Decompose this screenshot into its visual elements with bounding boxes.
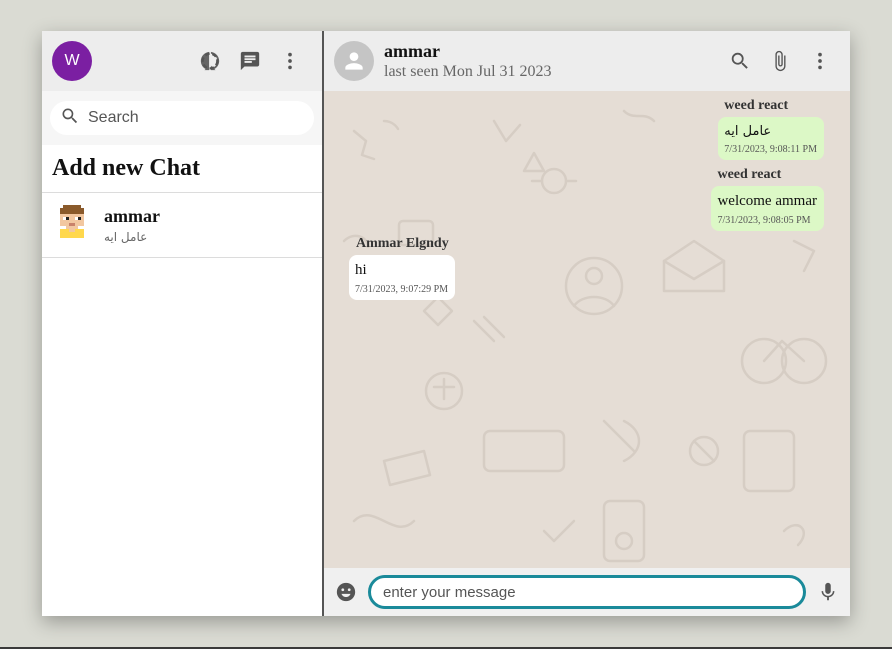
search-input[interactable] [88,109,288,127]
chat-wallpaper [342,109,828,563]
mic-icon[interactable] [816,580,840,604]
chat-header: ammar last seen Mon Jul 31 2023 [324,31,850,91]
message-text: hi [355,262,367,278]
new-chat-icon[interactable] [238,49,262,73]
user-avatar[interactable]: W [52,41,92,81]
sidebar-header: W [42,31,322,91]
message-time: 7/31/2023, 9:08:11 PM [724,144,817,155]
message-time: 7/31/2023, 9:08:05 PM [717,215,811,226]
last-seen-status: last seen Mon Jul 31 2023 [384,63,552,80]
chat-menu-icon[interactable] [808,49,832,73]
sidebar: W Add new Chat [42,31,324,616]
sidebar-toolbar [198,49,312,73]
chat-item-last-message: عامل ايه [104,230,148,244]
message-incoming: Ammar Elgndy hi 7/31/2023, 9:07:29 PM [349,236,456,300]
paperclip-icon[interactable] [768,49,792,73]
message-text: عامل ايه [724,124,772,139]
message-text: welcome ammar [717,193,817,209]
message-sender: Ammar Elgndy [356,236,449,251]
sidebar-menu-icon[interactable] [278,49,302,73]
chat-item-name: ammar [104,206,160,226]
chat-header-info: ammar last seen Mon Jul 31 2023 [384,41,552,81]
message-input[interactable] [368,575,806,609]
emoji-icon[interactable] [334,580,358,604]
chat-pane: ammar last seen Mon Jul 31 2023 weed rea… [324,31,850,616]
message-sender: weed react [724,98,789,113]
add-new-chat-button[interactable]: Add new Chat [42,145,322,193]
composer-bar [324,568,850,616]
search-container [42,91,322,145]
contact-name: ammar [384,41,440,61]
search-box [50,101,314,135]
message-time: 7/31/2023, 9:07:29 PM [355,284,449,295]
message-bubble[interactable]: welcome ammar 7/31/2023, 9:08:05 PM [711,186,824,231]
status-icon[interactable] [198,49,222,73]
contact-avatar [54,204,90,246]
search-icon [60,106,80,131]
messages-area[interactable]: weed react عامل ايه 7/31/2023, 9:08:11 P… [324,91,850,568]
chat-item-meta: ammar عامل ايه [104,206,160,244]
chat-toolbar [728,49,840,73]
message-sender: weed react [717,167,782,182]
app-window: W Add new Chat [42,31,850,616]
message-bubble[interactable]: hi 7/31/2023, 9:07:29 PM [349,255,456,300]
contact-header-avatar[interactable] [334,41,374,81]
chat-search-icon[interactable] [728,49,752,73]
message-outgoing: weed react welcome ammar 7/31/2023, 9:08… [711,167,824,231]
chat-list-item[interactable]: ammar عامل ايه [42,193,322,258]
message-outgoing: weed react عامل ايه 7/31/2023, 9:08:11 P… [718,98,824,160]
message-bubble[interactable]: عامل ايه 7/31/2023, 9:08:11 PM [718,117,824,160]
